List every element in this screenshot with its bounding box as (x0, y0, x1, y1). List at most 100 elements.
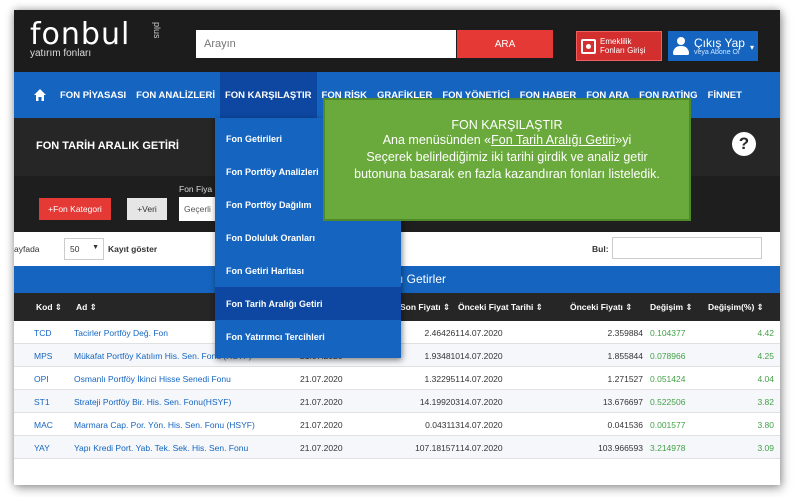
cell-ad[interactable]: Tacirler Portföy Değ. Fon (74, 328, 168, 338)
help-icon[interactable]: ? (732, 132, 756, 156)
annotation-line-2: Seçerek belirlediğimiz iki tarihi girdik… (366, 150, 648, 164)
cell-son-tarih: 21.07.2020 (300, 397, 343, 407)
column-header-ad[interactable]: Ad ⇕ (76, 302, 97, 313)
cell-degisim: 0.104377 (650, 328, 686, 338)
cell-kod[interactable]: TCD (34, 328, 51, 338)
cell-ad[interactable]: Strateji Portföy Bir. His. Sen. Fonu(HSY… (74, 397, 231, 407)
brand-logo[interactable]: fonbul plus yatırım fonları (30, 17, 162, 60)
cell-degisim: 0.078966 (650, 351, 686, 361)
add-fund-category-button[interactable]: +Fon Kategori (39, 198, 111, 220)
cell-onceki-tarih: 14.07.2020 (460, 443, 503, 453)
cell-onceki-tarih: 14.07.2020 (460, 397, 503, 407)
cell-degisim: 3.214978 (650, 443, 686, 453)
cell-onceki-fiyat: 1.855844 (607, 351, 643, 361)
screenshot-frame: fonbul plus yatırım fonları ARA Emeklili… (14, 10, 780, 485)
cell-kod[interactable]: YAY (34, 443, 50, 453)
logo-text: fonbul (30, 17, 131, 52)
cell-son-fiyat: 2.464261 (424, 328, 460, 338)
cell-son-fiyat: 1.322951 (424, 374, 460, 384)
annotation-line-1: Ana menüsünden «Fon Tarih Aralığı Getiri… (382, 133, 632, 147)
cell-son-fiyat: 1.934810 (424, 351, 460, 361)
column-header-kod[interactable]: Kod ⇕ (36, 302, 62, 313)
menu-item-fon-doluluk-oranlari[interactable]: Fon Doluluk Oranları (215, 221, 401, 254)
cell-degisim: 0.051424 (650, 374, 686, 384)
emeklilik-label-line1: Emeklilik (600, 37, 632, 46)
cell-onceki-tarih: 14.07.2020 (460, 374, 503, 384)
cell-kod[interactable]: MAC (34, 420, 53, 430)
cell-kod[interactable]: MPS (34, 351, 52, 361)
lifebuoy-icon (581, 38, 596, 54)
cell-son-tarih: 21.07.2020 (300, 420, 343, 430)
cell-degisim-yuzde: 4.04 (757, 374, 774, 384)
menu-item-fon-yatirimci-tercihleri[interactable]: Fon Yatırımcı Tercihleri (215, 320, 401, 353)
emeklilik-label-line2: Fonları Girişi (600, 46, 646, 55)
cell-kod[interactable]: ST1 (34, 397, 50, 407)
annotation-box: FON KARŞILAŞTIR Ana menüsünden «Fon Tari… (323, 98, 691, 221)
cell-ad[interactable]: Osmanlı Portföy İkinci Hisse Senedi Fonu (74, 374, 231, 384)
menu-item-fon-getiri-haritasi[interactable]: Fon Getiri Haritası (215, 254, 401, 287)
cell-degisim-yuzde: 3.80 (757, 420, 774, 430)
annotation-link: Fon Tarih Aralığı Getiri (491, 133, 616, 147)
cell-degisim-yuzde: 3.82 (757, 397, 774, 407)
column-header-onceki-tarih[interactable]: Önceki Fiyat Tarihi ⇕ (458, 302, 543, 313)
logo-plus-text: plus (152, 22, 162, 39)
page-title: FON TARİH ARALIK GETİRİ (36, 140, 179, 152)
find-label: Bul: (592, 244, 609, 254)
emeklilik-login-button[interactable]: Emeklilik Fonları Girişi (576, 31, 662, 61)
cell-degisim-yuzde: 4.42 (757, 328, 774, 338)
chevron-down-icon: ▼ (92, 244, 99, 251)
logout-button[interactable]: Çıkış Yap veya Abone Ol ▾ (668, 31, 758, 61)
nav-item-fon-analizleri[interactable]: FON ANALİZLERİ (131, 72, 220, 118)
cell-degisim: 0.522506 (650, 397, 686, 407)
cell-onceki-fiyat: 1.271527 (607, 374, 643, 384)
cell-onceki-tarih: 14.07.2020 (460, 420, 503, 430)
top-bar: fonbul plus yatırım fonları ARA Emeklili… (14, 10, 780, 72)
fund-price-label: Fon Fiya (179, 184, 213, 194)
column-header-onceki-fiyat[interactable]: Önceki Fiyatı ⇕ (570, 302, 632, 313)
search-input[interactable] (196, 30, 456, 58)
cell-son-fiyat: 14.199203 (419, 397, 460, 407)
nav-item-fon-karsilastir[interactable]: FON KARŞILAŞTIR (219, 72, 317, 118)
cell-onceki-fiyat: 2.359884 (607, 328, 643, 338)
cell-onceki-fiyat: 13.676697 (602, 397, 643, 407)
page-size-label: ayfada (14, 244, 40, 254)
table-search-input[interactable] (612, 237, 762, 259)
menu-item-fon-tarih-araligi-getiri[interactable]: Fon Tarih Aralığı Getiri (215, 287, 401, 320)
chevron-down-icon: ▾ (749, 43, 754, 52)
table-title: sı Getirler (394, 272, 447, 286)
column-header-son-fiyat[interactable]: Son Fiyatı ⇕ (400, 302, 450, 313)
cell-degisim-yuzde: 4.25 (757, 351, 774, 361)
logout-label: Çıkış Yap (694, 35, 745, 50)
search-button[interactable]: ARA (457, 30, 553, 58)
cell-onceki-tarih: 14.07.2020 (460, 351, 503, 361)
table-row[interactable]: MAC Marmara Cap. Por. Yön. His. Sen. Fonu… (14, 413, 780, 436)
cell-degisim-yuzde: 3.09 (757, 443, 774, 453)
cell-ad[interactable]: Marmara Cap. Por. Yön. His. Sen. Fonu (H… (74, 420, 255, 430)
annotation-title: FON KARŞILAŞTIR (451, 118, 563, 132)
table-row[interactable]: ST1 Strateji Portföy Bir. His. Sen. Fonu(… (14, 390, 780, 413)
home-icon[interactable] (33, 88, 47, 102)
column-header-degisim[interactable]: Değişim ⇕ (650, 302, 693, 313)
nav-item-finnet[interactable]: FİNNET (703, 72, 747, 118)
page-size-select[interactable]: 50 ▼ (64, 238, 104, 260)
table-row[interactable]: OPI Osmanlı Portföy İkinci Hisse Senedi F… (14, 367, 780, 390)
cell-son-fiyat: 0.043113 (425, 420, 460, 430)
table-row[interactable]: YAY Yapı Kredi Port. Yab. Tek. Sek. His. … (14, 436, 780, 459)
column-header-degisim-yuzde[interactable]: Değişim(%) ⇕ (708, 302, 764, 313)
cell-son-fiyat: 107.181571 (415, 443, 460, 453)
user-icon (673, 37, 689, 55)
cell-kod[interactable]: OPI (34, 374, 49, 384)
subscribe-label: veya Abone Ol (694, 48, 740, 56)
cell-onceki-tarih: 14.07.2020 (460, 328, 503, 338)
cell-son-tarih: 21.07.2020 (300, 374, 343, 384)
cell-son-tarih: 21.07.2020 (300, 443, 343, 453)
cell-onceki-fiyat: 103.966593 (598, 443, 643, 453)
cell-degisim: 0.001577 (650, 420, 686, 430)
records-label: Kayıt göster (108, 244, 158, 254)
cell-ad[interactable]: Yapı Kredi Port. Yab. Tek. Sek. His. Sen… (74, 443, 248, 453)
add-data-button[interactable]: +Veri (127, 198, 167, 220)
page-size-value: 50 (70, 244, 80, 254)
cell-onceki-fiyat: 0.041536 (607, 420, 643, 430)
annotation-line-3: butonuna basarak en fazla kazandıran fon… (354, 167, 660, 181)
nav-item-fon-piyasasi[interactable]: FON PİYASASI (55, 72, 131, 118)
